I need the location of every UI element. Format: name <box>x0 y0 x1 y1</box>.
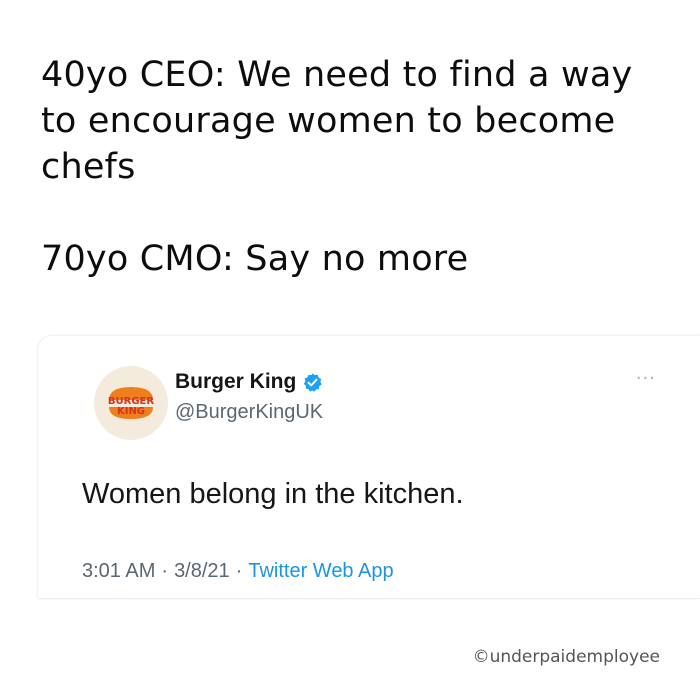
separator-dot: · <box>161 560 169 582</box>
tweet-date[interactable]: 3/8/21 <box>174 560 230 582</box>
caption-gap <box>41 190 681 236</box>
meme-caption: 40yo CEO: We need to find a way to encou… <box>41 52 681 282</box>
burger-king-logo-icon: BURGER KING <box>108 387 154 419</box>
more-options-icon[interactable]: ··· <box>636 368 656 389</box>
tweet-metadata: 3:01 AM · 3/8/21 · Twitter Web App <box>82 560 394 583</box>
watermark: ©underpaidemployee <box>472 647 660 667</box>
user-handle[interactable]: @BurgerKingUK <box>175 401 323 424</box>
caption-line: to encourage women to become <box>41 101 616 141</box>
display-name[interactable]: Burger King <box>175 370 296 394</box>
tweet-author[interactable]: Burger King <box>175 370 323 394</box>
logo-word-king: KING <box>117 406 145 417</box>
profile-avatar[interactable]: BURGER KING <box>94 366 168 440</box>
tweet-text: Women belong in the kitchen. <box>82 478 464 510</box>
tweet-card: BURGER KING Burger King @BurgerKingUK ··… <box>38 336 700 599</box>
separator-dot: · <box>235 560 243 582</box>
caption-line: chefs <box>41 147 136 187</box>
caption-line: 70yo CMO: Say no more <box>41 239 469 279</box>
verified-badge-icon <box>304 372 322 392</box>
caption-line: 40yo CEO: We need to find a way <box>41 55 633 95</box>
tweet-time[interactable]: 3:01 AM <box>82 560 155 582</box>
tweet-source-app[interactable]: Twitter Web App <box>248 560 393 582</box>
